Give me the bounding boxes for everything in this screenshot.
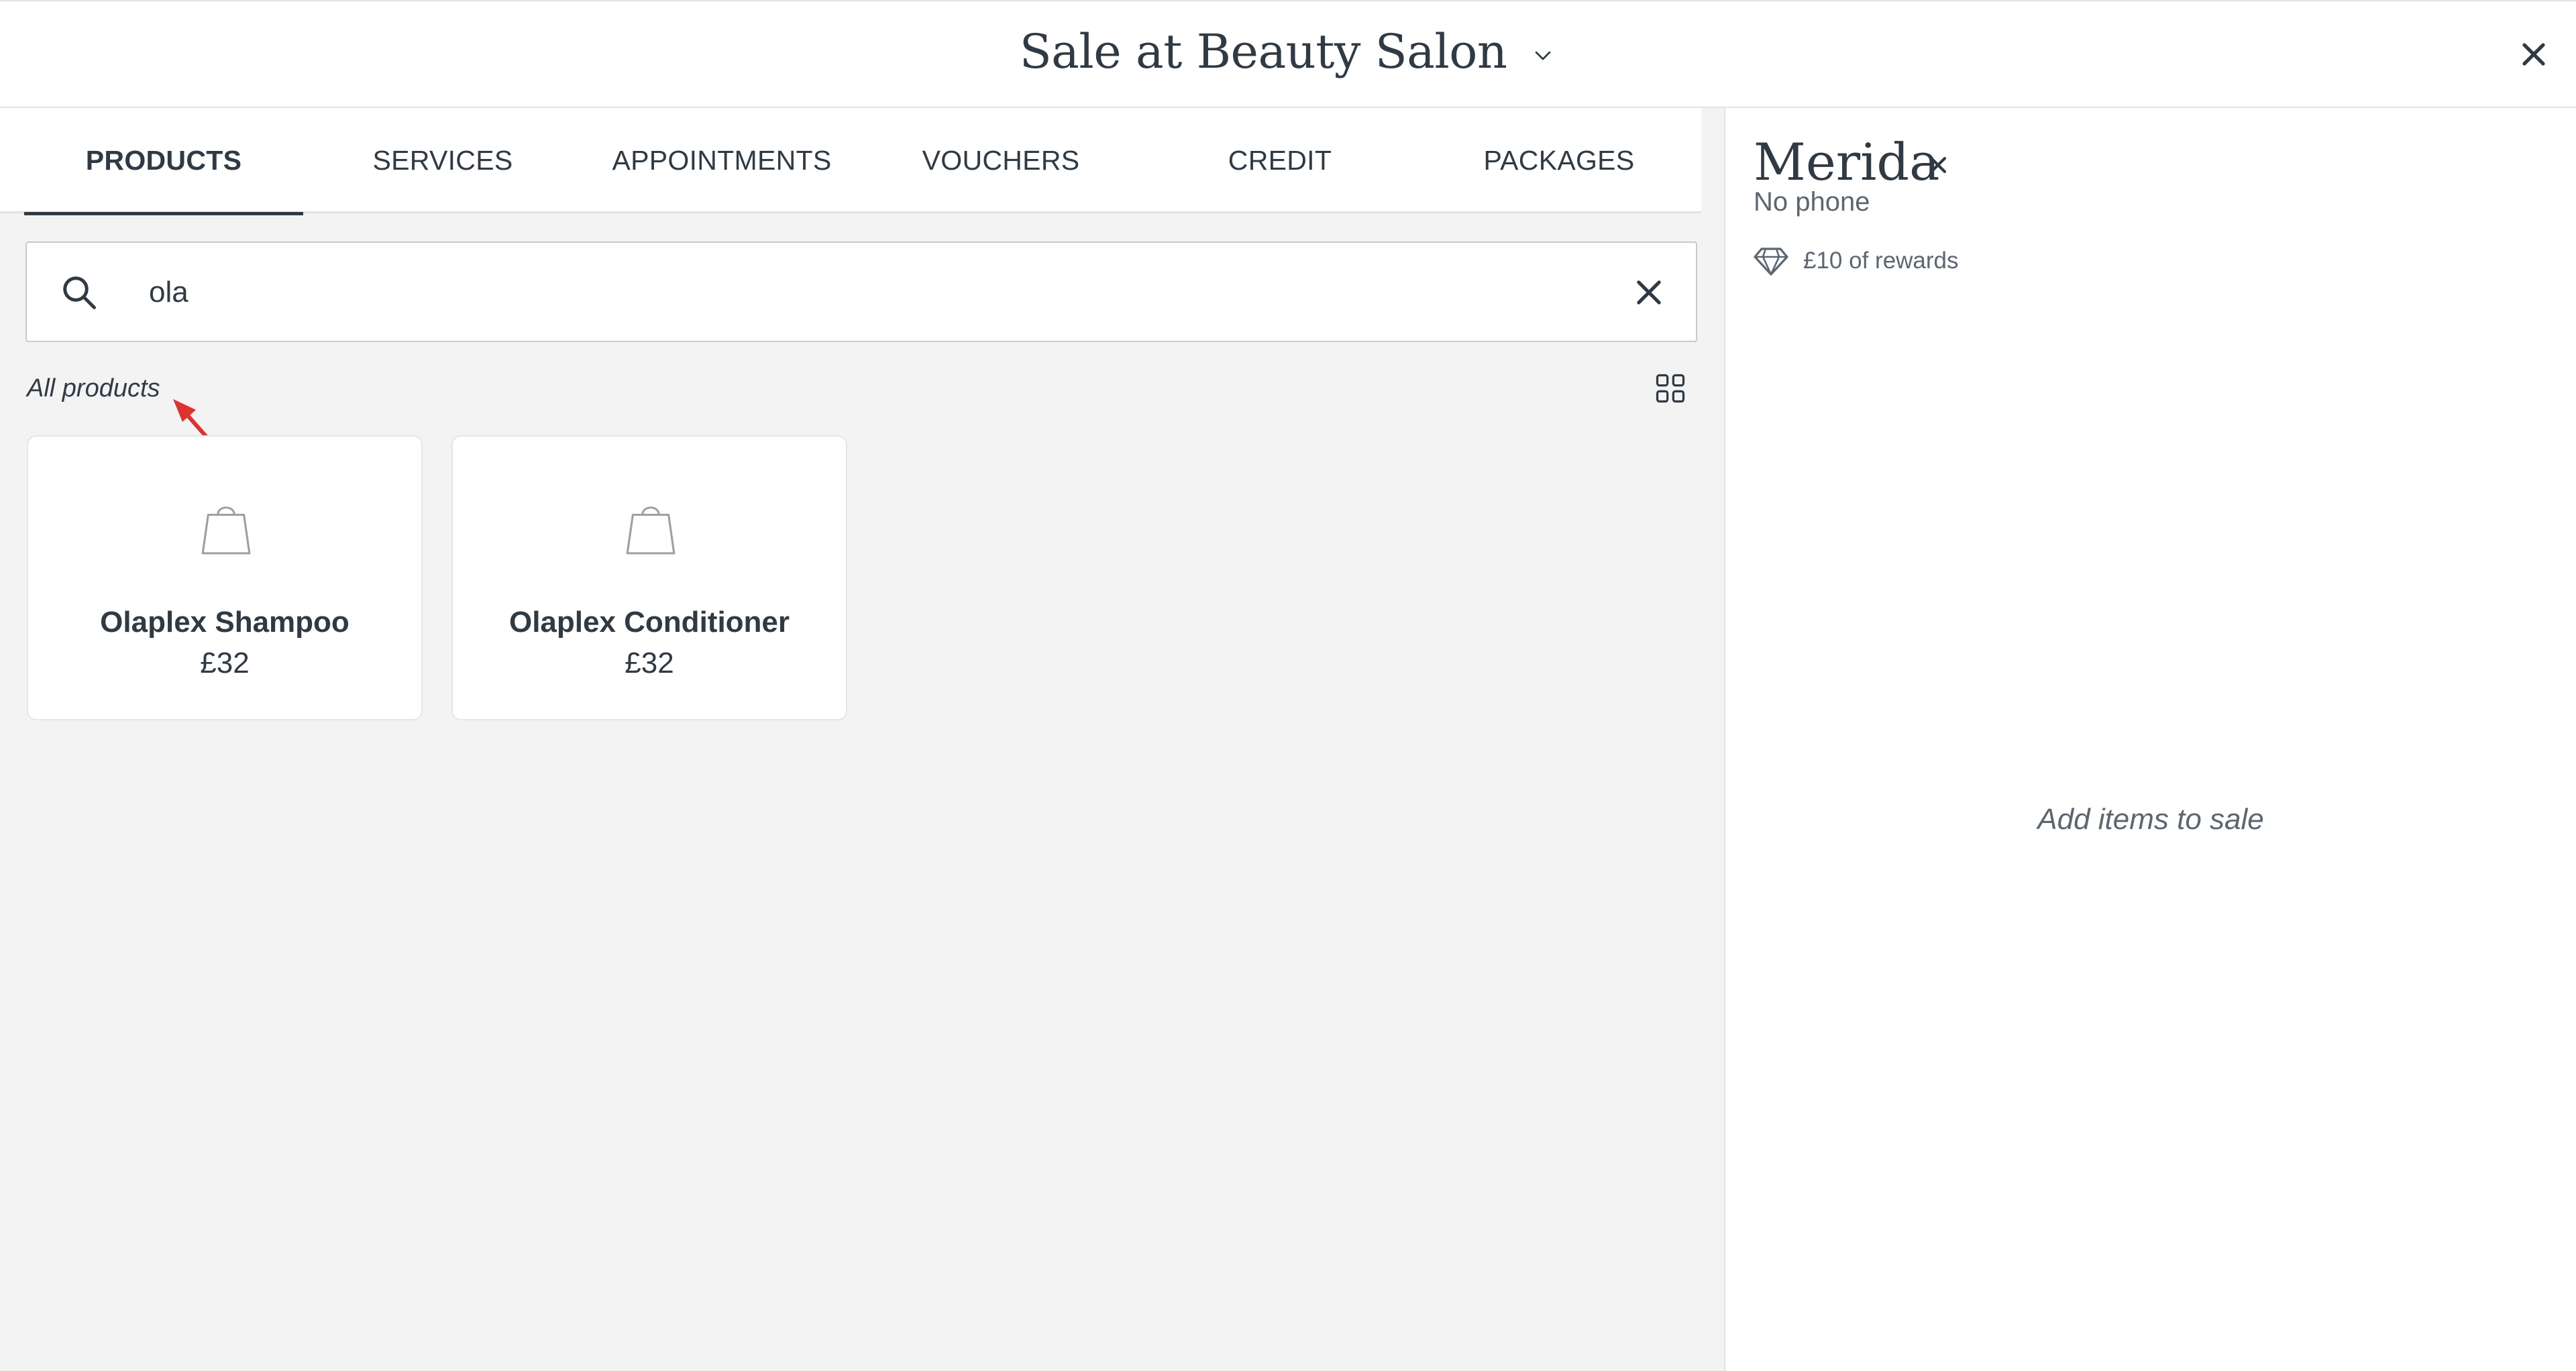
chevron-down-icon[interactable] <box>1529 42 1556 69</box>
tab-credit[interactable]: CREDIT <box>1140 108 1419 213</box>
client-name: Merida <box>1754 132 1940 192</box>
rewards-balance: £10 of rewards <box>1803 248 1959 274</box>
empty-sale-message: Add items to sale <box>2037 803 2264 836</box>
category-tabs: PRODUCTS SERVICES APPOINTMENTS VOUCHERS … <box>0 108 1701 215</box>
shopping-bag-icon <box>201 506 251 555</box>
diamond-icon <box>1754 248 1788 276</box>
catalog-panel: PRODUCTS SERVICES APPOINTMENTS VOUCHERS … <box>0 108 1724 1371</box>
search-input[interactable] <box>122 263 1585 322</box>
search-icon <box>63 276 96 309</box>
client-phone: No phone <box>1754 187 1870 217</box>
clear-icon[interactable] <box>1631 275 1666 310</box>
grid-view-icon[interactable] <box>1653 371 1688 406</box>
tab-services[interactable]: SERVICES <box>303 108 582 213</box>
page-title[interactable]: Sale at Beauty Salon <box>0 24 2576 79</box>
tab-vouchers[interactable]: VOUCHERS <box>861 108 1140 213</box>
search-box[interactable] <box>25 241 1697 342</box>
remove-client-icon[interactable] <box>1927 154 1949 176</box>
section-label: All products <box>27 374 160 402</box>
close-icon[interactable] <box>2520 40 2548 68</box>
header: Sale at Beauty Salon <box>0 0 2576 108</box>
product-name: Olaplex Conditioner <box>508 606 790 639</box>
product-card[interactable]: Olaplex Conditioner £32 <box>451 435 847 720</box>
shopping-bag-icon <box>626 506 676 555</box>
page-title-text[interactable]: Sale at Beauty Salon <box>1020 24 1507 79</box>
product-price: £32 <box>625 647 674 679</box>
tab-packages[interactable]: PACKAGES <box>1419 108 1699 213</box>
tab-products[interactable]: PRODUCTS <box>24 108 303 215</box>
product-card[interactable]: Olaplex Shampoo £32 <box>27 435 423 720</box>
tab-appointments[interactable]: APPOINTMENTS <box>582 108 861 213</box>
product-price: £32 <box>200 647 250 679</box>
product-name: Olaplex Shampoo <box>100 606 350 639</box>
sale-panel: Merida No phone £10 of rewards Add items… <box>1724 108 2576 1371</box>
